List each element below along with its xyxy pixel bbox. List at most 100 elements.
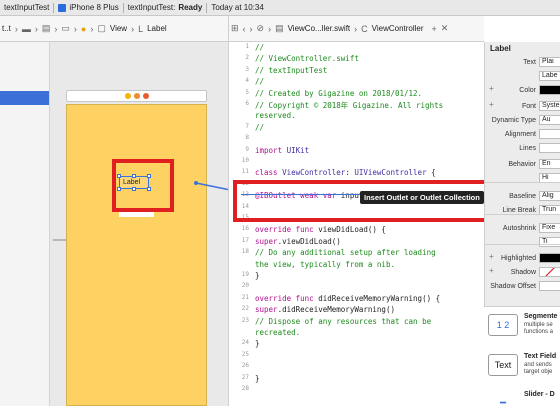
code-line[interactable]: import UIKit [255, 146, 309, 155]
inspector-row: Autoshrink Fixe [485, 222, 560, 234]
library-item-segmented-control[interactable]: 1 2 Segmente multiple se functions a [488, 311, 560, 341]
inspector-row-label: Behavior [508, 160, 536, 168]
storyboard-canvas[interactable]: ⟶ Label [50, 42, 228, 406]
code-line[interactable]: // [255, 123, 264, 132]
line-number: 9 [245, 145, 249, 153]
insert-outlet-tooltip: Insert Outlet or Outlet Collection [360, 191, 484, 204]
inspector-row-label: Baseline [509, 192, 536, 200]
inspector-row-control[interactable] [539, 281, 560, 291]
exit-icon[interactable] [142, 93, 149, 99]
view-controller-icon[interactable]: ● [81, 23, 86, 35]
code-line[interactable]: reserved. [255, 111, 296, 120]
inspector-row: Shadow [485, 266, 560, 278]
back-arrow-icon[interactable]: ‹ [243, 23, 246, 35]
code-line[interactable]: } [255, 271, 260, 280]
inspector-row-control[interactable] [539, 129, 560, 139]
inspector-row-control[interactable]: Plai [539, 57, 560, 67]
inspector-row-control[interactable] [539, 267, 560, 277]
inspector-row-control[interactable] [539, 143, 560, 153]
first-responder-icon[interactable] [133, 93, 140, 99]
inspector-row-control[interactable]: Syste [539, 101, 560, 111]
code-line[interactable]: class ViewController: UIViewController { [255, 168, 436, 177]
code-line[interactable]: // [255, 77, 264, 86]
code-line[interactable]: super.viewDidLoad() [255, 237, 341, 246]
code-line[interactable]: } [255, 339, 260, 348]
slider-icon: ━ [488, 392, 518, 414]
inspector-row: Text Plai [485, 56, 560, 68]
add-editor-icon[interactable]: + [432, 23, 437, 35]
inspector-divider [485, 244, 560, 245]
inspector-row-control[interactable]: En [539, 159, 560, 169]
class-icon: C [361, 23, 368, 34]
code-editor[interactable]: 1234567891011121314151617181920212223242… [228, 42, 493, 406]
view-controller-icon[interactable] [124, 93, 131, 99]
inspector-row: Highlighted [485, 252, 560, 264]
inspector-row-control[interactable]: Ti [539, 237, 560, 247]
jump-crumb-label[interactable]: Label [147, 24, 167, 33]
inspector-row-control[interactable]: Alig [539, 191, 560, 201]
code-line[interactable]: // textInputTest [255, 66, 327, 75]
code-line[interactable]: the view, typically from a nib. [255, 260, 395, 269]
library-item-slider[interactable]: ━ Slider - D [488, 389, 560, 419]
resize-handle[interactable] [117, 174, 121, 178]
inspector-title: Label [490, 44, 511, 53]
resize-handle[interactable] [117, 187, 121, 191]
code-line[interactable]: override func viewDidLoad() { [255, 225, 386, 234]
label-icon: L [138, 23, 144, 34]
line-number: 27 [241, 373, 249, 381]
device-selector[interactable]: iPhone 8 Plus [54, 0, 122, 16]
forward-arrow-icon[interactable]: › [250, 23, 253, 35]
jump-crumb-project[interactable]: t..t [2, 24, 11, 33]
add-variation-icon[interactable]: + [489, 266, 494, 275]
add-variation-icon[interactable]: + [489, 100, 494, 109]
view-controller-view[interactable]: Label [66, 104, 207, 406]
scene-dock [66, 90, 207, 102]
resize-handle[interactable] [147, 187, 151, 191]
status-time: Today at 10:34 [211, 3, 264, 12]
code-line[interactable]: override func didReceiveMemoryWarning() … [255, 294, 440, 303]
code-line[interactable]: // [255, 43, 264, 52]
jump-crumb-view[interactable]: View [110, 24, 127, 33]
chevron-right-icon: › [54, 23, 58, 34]
chevron-right-icon: › [268, 23, 272, 34]
line-number: 22 [241, 305, 249, 313]
inspector-row-label: Lines [519, 144, 536, 152]
editor-symbol-crumb[interactable]: ViewController [372, 24, 424, 33]
library-item-text-field[interactable]: Text Text Field and sends target obje [488, 351, 560, 381]
close-icon[interactable]: ✕ [441, 23, 449, 35]
code-line[interactable]: super.didReceiveMemoryWarning() [255, 305, 395, 314]
resize-handle[interactable] [132, 174, 136, 178]
scheme-selector[interactable]: textInputTest [0, 0, 53, 16]
link-icon[interactable]: ⊘ [257, 23, 265, 35]
line-number: 19 [241, 271, 249, 278]
line-number: 5 [245, 88, 249, 96]
folder-icon[interactable]: ▬ [22, 23, 31, 35]
code-line[interactable]: // Dispose of any resources that can be [255, 317, 431, 326]
resize-handle[interactable] [132, 187, 136, 191]
scene-icon[interactable]: ▭ [61, 23, 70, 35]
inspector-row-control[interactable] [539, 253, 560, 263]
resize-handle[interactable] [147, 174, 151, 178]
inspector-row: Alignment [485, 128, 560, 140]
inspector-row-control[interactable]: Au [539, 115, 560, 125]
line-number: 25 [241, 350, 249, 358]
storyboard-icon[interactable]: ▤ [42, 23, 51, 35]
code-line[interactable]: // Do any additional setup after loading [255, 248, 436, 257]
text-field[interactable] [119, 212, 154, 217]
add-variation-icon[interactable]: + [489, 84, 494, 93]
inspector-row-control[interactable] [539, 85, 560, 95]
code-line[interactable]: recreated. [255, 328, 300, 337]
add-variation-icon[interactable]: + [489, 252, 494, 261]
code-line[interactable]: // Copyright © 2018年 Gigazine. All right… [255, 100, 443, 111]
outline-selected-row[interactable] [0, 91, 49, 105]
related-items-icon[interactable]: ⊞ [231, 23, 239, 35]
editor-file-crumb[interactable]: ViewCo...ller.swift [288, 24, 351, 33]
line-number: 17 [241, 236, 249, 244]
line-number-gutter: 1234567891011121314151617181920212223242… [229, 42, 251, 406]
inspector-row-control[interactable]: Fixe [539, 223, 560, 233]
code-line[interactable]: // Created by Gigazine on 2018/01/12. [255, 89, 422, 98]
activity-status: textInputTest: Ready [124, 0, 207, 16]
inspector-row-control[interactable]: Labe [539, 71, 560, 81]
code-line[interactable]: // ViewController.swift [255, 54, 359, 63]
code-line[interactable]: } [255, 374, 260, 383]
